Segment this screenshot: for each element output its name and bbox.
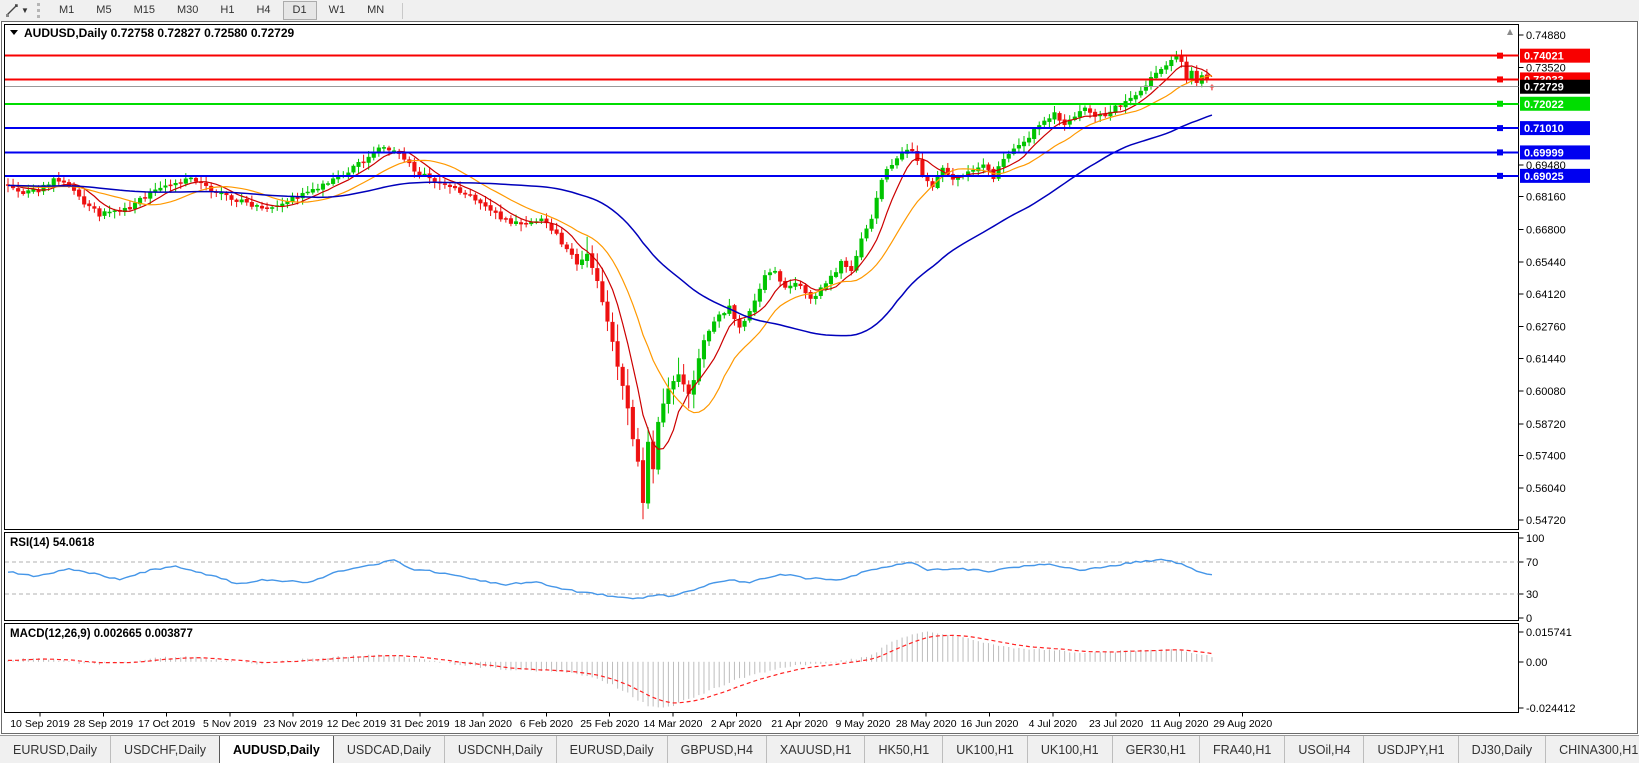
timeframe-button-m15[interactable]: M15 xyxy=(124,1,165,20)
price-tag-label: 0.72729 xyxy=(1524,82,1564,94)
date-tick-label: 25 Feb 2020 xyxy=(580,718,639,730)
price-tick-label: 0.56040 xyxy=(1526,483,1566,495)
timeframe-button-h1[interactable]: H1 xyxy=(210,1,244,20)
chart-canvas[interactable]: 0.740210.730330.727290.720220.710100.699… xyxy=(0,21,1639,735)
date-tick-label: 10 Sep 2019 xyxy=(10,718,70,730)
chart-tab-eurusd-daily[interactable]: EURUSD,Daily xyxy=(0,736,110,763)
price-tick-label: 0.60080 xyxy=(1526,386,1566,398)
date-tick-label: 9 May 2020 xyxy=(835,718,890,730)
price-tick-label: 0.66800 xyxy=(1526,224,1566,236)
symbol-ohlc-label: AUDUSD,Daily 0.72758 0.72827 0.72580 0.7… xyxy=(24,26,295,40)
date-tick-label: 5 Nov 2019 xyxy=(203,718,257,730)
chart-title: AUDUSD,Daily 0.72758 0.72827 0.72580 0.7… xyxy=(10,26,295,40)
chart-tool-icon[interactable] xyxy=(3,3,21,19)
price-tag-label: 0.69025 xyxy=(1524,171,1564,183)
hline-handle[interactable] xyxy=(1497,101,1503,107)
price-tag-label: 0.72022 xyxy=(1524,99,1564,111)
timeframe-button-h4[interactable]: H4 xyxy=(246,1,280,20)
date-tick-label: 12 Dec 2019 xyxy=(327,718,387,730)
price-tag-label: 0.71010 xyxy=(1524,123,1564,135)
main-panel[interactable] xyxy=(5,25,1519,530)
chart-tab-xauusd-h1[interactable]: XAUUSD,H1 xyxy=(766,736,865,763)
macd-tick-label: 0.00 xyxy=(1526,657,1547,669)
price-tick-label: 0.62760 xyxy=(1526,322,1566,334)
date-tick-label: 17 Oct 2019 xyxy=(138,718,195,730)
chart-tab-uk100-h1[interactable]: UK100,H1 xyxy=(942,736,1027,763)
chart-window: 0.740210.730330.727290.720220.710100.699… xyxy=(0,21,1639,735)
date-tick-label: 21 Apr 2020 xyxy=(771,718,828,730)
chart-tab-gbpusd-h4[interactable]: GBPUSD,H4 xyxy=(667,736,766,763)
chart-tab-usdchf-daily[interactable]: USDCHF,Daily xyxy=(110,736,219,763)
toolbar-separator xyxy=(402,3,403,19)
mt4-window: ▼ M1M5M15M30H1H4D1W1MN 0.740210.730330.7… xyxy=(0,0,1639,763)
price-tick-label: 0.58720 xyxy=(1526,419,1566,431)
chart-tab-uk100-h1[interactable]: UK100,H1 xyxy=(1027,736,1112,763)
price-tick-label: 0.61440 xyxy=(1526,353,1566,365)
price-tick-label: 0.68160 xyxy=(1526,192,1566,204)
rsi-tick-label: 0 xyxy=(1526,613,1532,625)
hline-handle[interactable] xyxy=(1497,125,1503,131)
timeframe-button-d1[interactable]: D1 xyxy=(283,1,317,20)
chart-tab-usdcad-daily[interactable]: USDCAD,Daily xyxy=(334,736,444,763)
date-tick-label: 29 Aug 2020 xyxy=(1213,718,1272,730)
rsi-tick-label: 100 xyxy=(1526,533,1544,545)
chart-tab-ger30-h1[interactable]: GER30,H1 xyxy=(1112,736,1199,763)
macd-label: MACD(12,26,9) 0.002665 0.003877 xyxy=(10,628,193,640)
price-tick-label: 0.57400 xyxy=(1526,451,1566,463)
macd-tick-label: -0.024412 xyxy=(1526,703,1576,715)
chart-tab-dj30-daily[interactable]: DJ30,Daily xyxy=(1458,736,1545,763)
price-tick-label: 0.74880 xyxy=(1526,30,1566,42)
chart-tab-usdcnh-daily[interactable]: USDCNH,Daily xyxy=(444,736,556,763)
date-tick-label: 23 Jul 2020 xyxy=(1089,718,1143,730)
rsi-label: RSI(14) 54.0618 xyxy=(10,537,95,549)
timeframe-button-m1[interactable]: M1 xyxy=(49,1,84,20)
timeframe-button-m30[interactable]: M30 xyxy=(167,1,208,20)
chart-tab-hk50-h1[interactable]: HK50,H1 xyxy=(864,736,942,763)
timeframe-group: M1M5M15M30H1H4D1W1MN xyxy=(48,1,395,20)
toolbar: ▼ M1M5M15M30H1H4D1W1MN xyxy=(0,0,1639,22)
price-tag-label: 0.74021 xyxy=(1524,51,1564,63)
price-tick-label: 0.69480 xyxy=(1526,160,1566,172)
hline-handle[interactable] xyxy=(1497,53,1503,59)
price-tick-label: 0.65440 xyxy=(1526,257,1566,269)
macd-panel[interactable] xyxy=(5,624,1519,713)
price-tick-label: 0.54720 xyxy=(1526,515,1566,527)
crosshair-cursor-icon xyxy=(5,3,20,18)
chart-tab-china300-h1[interactable]: CHINA300,H1 xyxy=(1545,736,1639,763)
hline-handle[interactable] xyxy=(1497,149,1503,155)
chart-tab-audusd-daily[interactable]: AUDUSD,Daily xyxy=(219,735,334,763)
rsi-tick-label: 30 xyxy=(1526,589,1538,601)
date-tick-label: 14 Mar 2020 xyxy=(644,718,703,730)
hline-handle[interactable] xyxy=(1497,76,1503,82)
rsi-panel[interactable] xyxy=(5,533,1519,621)
chart-tab-fra40-h1[interactable]: FRA40,H1 xyxy=(1199,736,1284,763)
timeframe-button-w1[interactable]: W1 xyxy=(319,1,356,20)
hline-handle[interactable] xyxy=(1497,173,1503,179)
chart-tab-usdjpy-h1[interactable]: USDJPY,H1 xyxy=(1363,736,1457,763)
date-tick-label: 31 Dec 2019 xyxy=(390,718,450,730)
chart-tab-bar: EURUSD,DailyUSDCHF,DailyAUDUSD,DailyUSDC… xyxy=(0,735,1639,763)
date-tick-label: 16 Jun 2020 xyxy=(961,718,1019,730)
timeframe-button-m5[interactable]: M5 xyxy=(86,1,121,20)
date-tick-label: 11 Aug 2020 xyxy=(1150,718,1208,730)
macd-tick-label: 0.015741 xyxy=(1526,627,1572,639)
date-tick-label: 6 Feb 2020 xyxy=(520,718,573,730)
chart-tab-usoil-h4[interactable]: USOil,H4 xyxy=(1284,736,1363,763)
price-tick-label: 0.64120 xyxy=(1526,289,1566,301)
price-tick-label: 0.73520 xyxy=(1526,63,1566,75)
date-tick-label: 4 Jul 2020 xyxy=(1029,718,1078,730)
price-tag-label: 0.69999 xyxy=(1524,147,1564,159)
toolbar-grip xyxy=(37,3,40,18)
date-tick-label: 28 Sep 2019 xyxy=(74,718,134,730)
dropdown-arrow-icon[interactable]: ▼ xyxy=(21,6,33,15)
date-tick-label: 2 Apr 2020 xyxy=(711,718,762,730)
timeframe-button-mn[interactable]: MN xyxy=(357,1,394,20)
date-tick-label: 23 Nov 2019 xyxy=(263,718,323,730)
chart-tab-eurusd-daily[interactable]: EURUSD,Daily xyxy=(556,736,667,763)
date-tick-label: 28 May 2020 xyxy=(896,718,957,730)
date-tick-label: 18 Jan 2020 xyxy=(454,718,512,730)
rsi-tick-label: 70 xyxy=(1526,557,1538,569)
